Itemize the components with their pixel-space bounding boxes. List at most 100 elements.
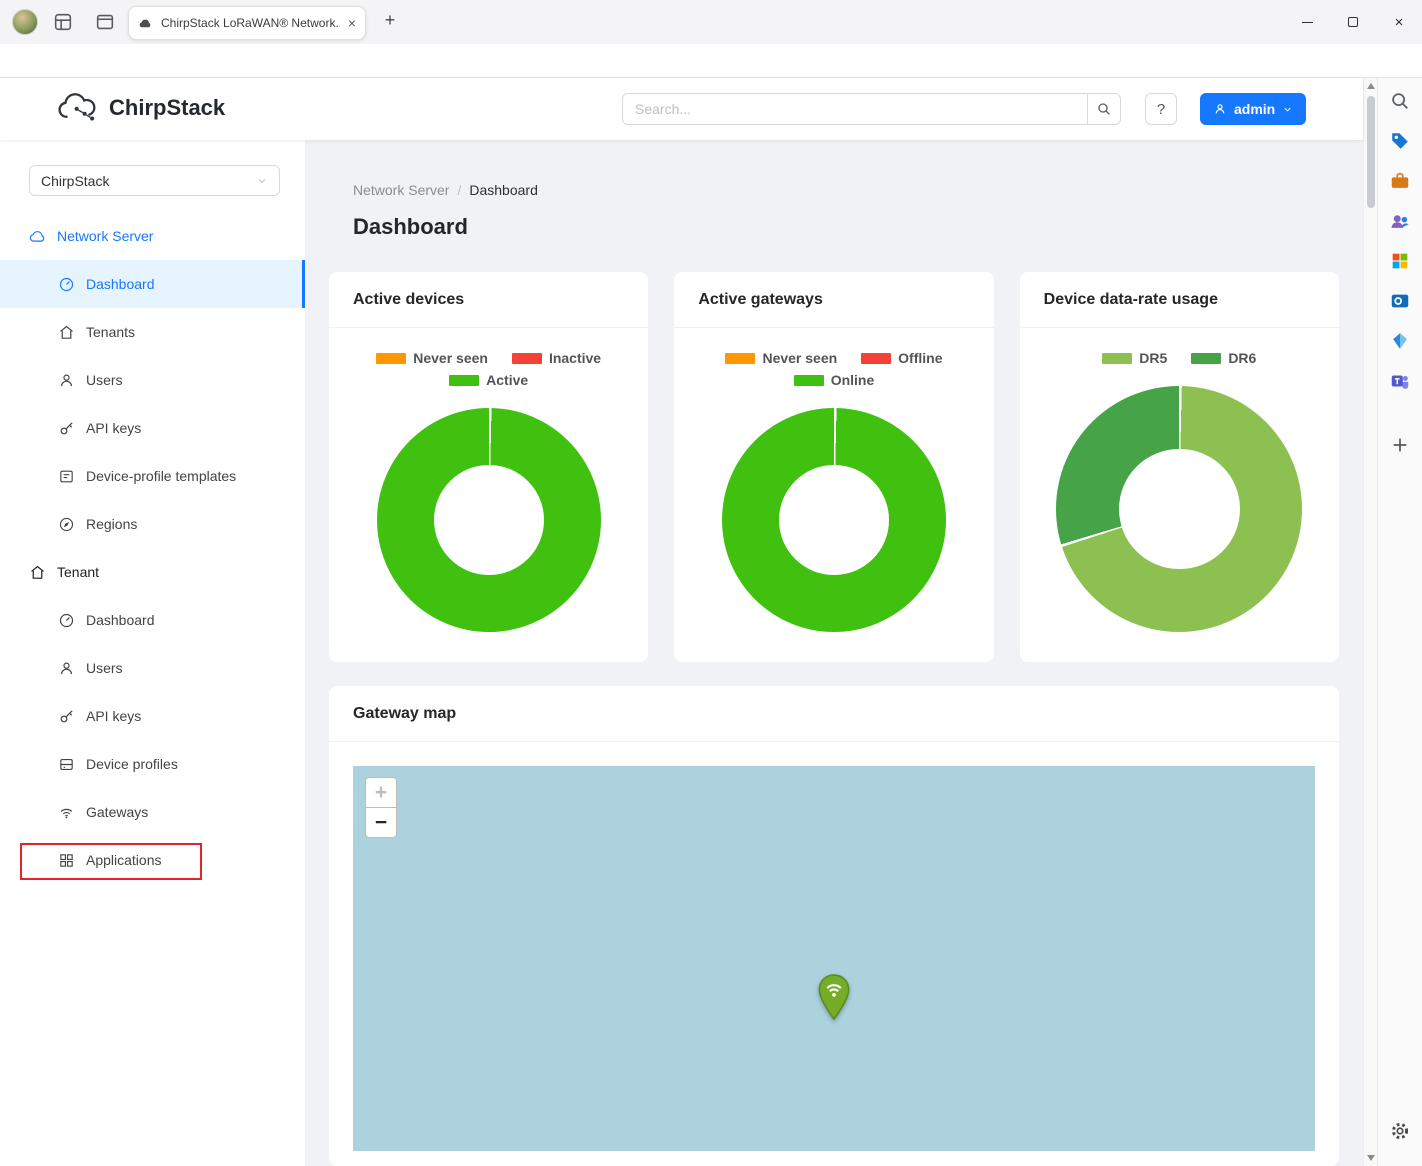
tab-actions-icon[interactable] (94, 11, 116, 33)
edge-rail-icons (1385, 86, 1415, 470)
search-icon[interactable] (1385, 86, 1415, 116)
dashboard-icon (58, 612, 75, 629)
legend-item-dr6[interactable]: DR6 (1191, 350, 1256, 366)
stat-cards: Active devicesNever seenInactiveActiveAc… (329, 272, 1339, 662)
scroll-down-icon[interactable] (1367, 1155, 1375, 1161)
sidebar-item-tenants[interactable]: Tenants (0, 308, 305, 356)
legend-item-never-seen[interactable]: Never seen (376, 350, 488, 366)
sidebar-item-dashboard[interactable]: Dashboard (0, 596, 305, 644)
sidebar-item-api-keys[interactable]: API keys (0, 692, 305, 740)
person-icon (1213, 102, 1227, 116)
user-icon (58, 372, 75, 389)
legend-item-dr5[interactable]: DR5 (1102, 350, 1167, 366)
maximize-button[interactable] (1330, 0, 1376, 44)
sidebar-item-label: Gateways (86, 804, 148, 820)
map-zoom-control: + − (365, 777, 397, 838)
chirpstack-cloud-icon (56, 93, 100, 123)
shopping-icon[interactable] (1385, 126, 1415, 156)
teams-icon[interactable] (1385, 366, 1415, 396)
breadcrumb: Network Server/Dashboard (353, 182, 1339, 198)
card-active-gateways: Active gateways Never seen Offline Online (674, 272, 993, 662)
legend-label: Online (831, 372, 875, 388)
outlook-icon[interactable] (1385, 286, 1415, 316)
profile-avatar[interactable] (12, 9, 38, 35)
breadcrumb-separator: / (457, 182, 461, 198)
page-scrollbar[interactable] (1363, 78, 1377, 1166)
gateway-map[interactable]: + − (353, 766, 1315, 1151)
sidebar-item-label: Users (86, 372, 123, 388)
map-card-title: Gateway map (329, 686, 1339, 742)
card-title: Device data-rate usage (1020, 272, 1339, 328)
search-input[interactable] (622, 93, 1088, 125)
minimize-button[interactable] (1284, 0, 1330, 44)
breadcrumb-parent[interactable]: Network Server (353, 182, 449, 198)
compass-icon (58, 516, 75, 533)
sidebar-item-users[interactable]: Users (0, 356, 305, 404)
sidebar-item-label: Device profiles (86, 756, 178, 772)
sidebar-item-api-keys[interactable]: API keys (0, 404, 305, 452)
scroll-up-icon[interactable] (1367, 83, 1375, 89)
sidebar-item-label: Dashboard (86, 612, 155, 628)
nav-section-network-server[interactable]: Network Server (0, 212, 305, 260)
browser-tab[interactable]: ChirpStack LoRaWAN® Network... × (128, 6, 366, 40)
sidebar-item-gateways[interactable]: Gateways (0, 788, 305, 836)
browser-tabstrip: ChirpStack LoRaWAN® Network... × + × (0, 0, 1422, 44)
legend-item-offline[interactable]: Offline (861, 350, 942, 366)
admin-user-button[interactable]: admin (1200, 93, 1306, 125)
gateway-map-card: Gateway map + − (329, 686, 1339, 1166)
search-button[interactable] (1087, 93, 1121, 125)
microsoft365-icon[interactable] (1385, 246, 1415, 276)
legend-label: Never seen (762, 350, 837, 366)
settings-gear-icon[interactable] (1385, 1116, 1415, 1146)
tab-title: ChirpStack LoRaWAN® Network... (161, 16, 340, 30)
sidebar-item-label: API keys (86, 420, 141, 436)
sidebar-item-device-profiles[interactable]: Device profiles (0, 740, 305, 788)
workspaces-icon[interactable] (52, 11, 74, 33)
card-active-devices: Active devices Never seen Inactive Active (329, 272, 648, 662)
people-icon[interactable] (1385, 206, 1415, 236)
app-header: ChirpStack ? admin (0, 78, 1363, 140)
sidebar-item-users[interactable]: Users (0, 644, 305, 692)
legend-swatch (449, 375, 479, 386)
org-select[interactable]: ChirpStack (29, 165, 280, 196)
sidebar-item-label: Device-profile templates (86, 468, 236, 484)
close-window-button[interactable]: × (1376, 0, 1422, 44)
tools-icon[interactable] (1385, 166, 1415, 196)
admin-label: admin (1234, 101, 1275, 117)
chirpstack-app: ChirpStack ? admin ChirpStack Network Se… (0, 78, 1363, 1166)
legend-label: Never seen (413, 350, 488, 366)
legend-swatch (725, 353, 755, 364)
card-body: Never seen Inactive Active (329, 328, 648, 632)
legend-item-online[interactable]: Online (794, 372, 875, 388)
card-body: Never seen Offline Online (674, 328, 993, 632)
card-device-data-rate-usage: Device data-rate usage DR5 DR6 (1020, 272, 1339, 662)
legend-item-inactive[interactable]: Inactive (512, 350, 601, 366)
legend-item-active[interactable]: Active (449, 372, 528, 388)
brand-name: ChirpStack (109, 95, 225, 121)
sidebar-item-dashboard[interactable]: Dashboard (0, 260, 305, 308)
sidebar-item-label: API keys (86, 708, 141, 724)
sidebar-item-label: Applications (86, 852, 162, 868)
sidebar-item-regions[interactable]: Regions (0, 500, 305, 548)
add-icon[interactable] (1385, 430, 1415, 460)
zoom-in-button[interactable]: + (365, 777, 397, 808)
user-icon (58, 660, 75, 677)
card-title: Active devices (329, 272, 648, 328)
legend-swatch (861, 353, 891, 364)
new-tab-button[interactable]: + (378, 10, 402, 31)
home-icon (29, 564, 46, 581)
scrollbar-thumb[interactable] (1367, 96, 1375, 208)
key-icon (58, 708, 75, 725)
sidebar-item-applications[interactable]: Applications (0, 836, 305, 884)
zoom-out-button[interactable]: − (365, 807, 397, 838)
nav-section-tenant[interactable]: Tenant (0, 548, 305, 596)
card-title: Active gateways (674, 272, 993, 328)
gateway-marker-icon[interactable] (817, 974, 851, 1020)
sidebar-item-device-profile-templates[interactable]: Device-profile templates (0, 452, 305, 500)
tab-close-icon[interactable]: × (348, 16, 356, 30)
help-button[interactable]: ? (1145, 93, 1177, 125)
legend-item-never-seen[interactable]: Never seen (725, 350, 837, 366)
dashboard-icon (58, 276, 75, 293)
legend-label: Active (486, 372, 528, 388)
drop-icon[interactable] (1385, 326, 1415, 356)
